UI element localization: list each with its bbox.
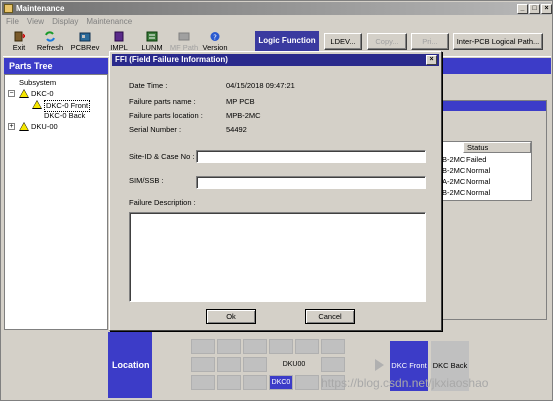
close-button[interactable]: ×	[541, 4, 552, 14]
version-icon: ?	[210, 32, 220, 42]
mf-path-icon	[178, 32, 190, 41]
dialog-title: FFI (Field Failure Information)	[115, 55, 228, 64]
location-slot[interactable]	[191, 375, 215, 390]
table-cell-status: Normal	[466, 166, 491, 175]
location-slot[interactable]	[217, 357, 241, 372]
tree-item-subsystem[interactable]: Subsystem	[19, 78, 56, 88]
location-label: Location	[108, 332, 152, 398]
table-cell-status: Normal	[466, 177, 491, 186]
status-panel: Status B-2MC Failed B-2MC Normal A-2MC N…	[439, 100, 547, 320]
location-slot[interactable]	[321, 339, 345, 354]
site-id-field[interactable]	[196, 150, 426, 163]
dialog-close-button[interactable]: ×	[426, 55, 437, 65]
ffi-dialog: FFI (Field Failure Information) × Date T…	[109, 51, 442, 331]
impl-icon	[114, 31, 124, 42]
cancel-button[interactable]: Cancel	[305, 309, 355, 324]
status-panel-header	[440, 101, 546, 111]
app-icon	[4, 4, 13, 13]
failure-parts-location-label: Failure parts location :	[129, 111, 203, 120]
pri-button[interactable]: Pri...	[411, 33, 449, 50]
pcbrev-button[interactable]: PCBRev	[69, 31, 101, 53]
location-slot[interactable]	[321, 357, 345, 372]
failure-description-field[interactable]	[129, 212, 426, 302]
tree-item-dkc0[interactable]: DKC-0	[31, 89, 54, 99]
location-slot[interactable]	[295, 339, 319, 354]
mf-path-button[interactable]: MF Path	[168, 31, 200, 53]
location-slot[interactable]	[295, 375, 319, 390]
sim-ssb-field[interactable]	[196, 176, 426, 189]
ldev-button[interactable]: LDEV...	[324, 33, 362, 50]
warning-icon	[32, 100, 42, 109]
serial-number-label: Serial Number :	[129, 125, 182, 134]
location-slot[interactable]	[191, 339, 215, 354]
refresh-button[interactable]: Refresh	[34, 31, 66, 53]
expander-dku00[interactable]: +	[8, 123, 15, 130]
lunm-icon	[146, 31, 158, 42]
main-window: Maintenance _ □ × File View Display Main…	[0, 0, 553, 401]
date-time-label: Date Time :	[129, 81, 168, 90]
menu-maintenance[interactable]: Maintenance	[86, 16, 132, 27]
tree-item-dku00[interactable]: DKU-00	[31, 122, 58, 132]
minimize-button[interactable]: _	[517, 4, 528, 14]
failure-parts-name-value: MP PCB	[226, 97, 255, 106]
table-cell-status: Normal	[466, 188, 491, 197]
impl-button[interactable]: IMPL	[103, 31, 135, 53]
expander-dkc0[interactable]: −	[8, 90, 15, 97]
exit-icon	[14, 31, 25, 42]
location-slot[interactable]	[269, 339, 293, 354]
table-cell-name: B-2MC	[442, 188, 466, 197]
exit-button[interactable]: Exit	[3, 31, 35, 53]
ok-button[interactable]: Ok	[206, 309, 256, 324]
refresh-icon	[45, 31, 55, 42]
dialog-title-bar: FFI (Field Failure Information) ×	[112, 54, 439, 66]
menu-bar: File View Display Maintenance	[3, 16, 132, 27]
location-slot[interactable]	[217, 339, 241, 354]
svg-text:?: ?	[213, 34, 217, 42]
pcb-icon	[79, 32, 91, 42]
menu-view[interactable]: View	[27, 16, 44, 27]
serial-number-value: 54492	[226, 125, 247, 134]
failure-parts-name-label: Failure parts name :	[129, 97, 196, 106]
location-slot[interactable]	[243, 375, 267, 390]
column-header-status[interactable]: Status	[463, 142, 531, 153]
watermark: https://blog.csdn.net/jkxiaoshao	[321, 376, 489, 390]
version-button[interactable]: ? Version	[199, 31, 231, 53]
location-dku00[interactable]: DKU00	[269, 357, 319, 372]
location-slot[interactable]	[243, 339, 267, 354]
location-slot[interactable]	[243, 357, 267, 372]
table-cell-status: Failed	[466, 155, 487, 164]
table-cell-name: B-2MC	[442, 166, 466, 175]
table-cell-name: A-2MC	[442, 177, 466, 186]
status-table: Status B-2MC Failed B-2MC Normal A-2MC N…	[440, 141, 532, 201]
tree-item-dkc0-back[interactable]: DKC-0 Back	[44, 111, 85, 121]
title-bar: Maintenance _ □ ×	[2, 2, 552, 15]
menu-display[interactable]: Display	[52, 16, 78, 27]
location-dkc0[interactable]: DKC0	[269, 375, 293, 390]
warning-icon	[19, 122, 29, 131]
parts-tree-header: Parts Tree	[4, 58, 108, 74]
site-id-label: Site-ID & Case No :	[129, 152, 195, 161]
location-slot[interactable]	[217, 375, 241, 390]
inter-pcb-logical-path-button[interactable]: Inter-PCB Logical Path...	[453, 33, 543, 50]
lunm-button[interactable]: LUNM	[136, 31, 168, 53]
menu-file[interactable]: File	[6, 16, 19, 27]
logic-function-label: Logic Function	[255, 31, 319, 51]
arrow-right-icon	[375, 359, 384, 371]
failure-parts-location-value: MPB-2MC	[226, 111, 261, 120]
window-title: Maintenance	[16, 4, 65, 13]
copy-button[interactable]: Copy...	[367, 33, 407, 50]
parts-tree: Subsystem − DKC-0 DKC-0 Front DKC-0 Back…	[4, 74, 108, 330]
maximize-button[interactable]: □	[529, 4, 540, 14]
table-cell-name: B-2MC	[442, 155, 466, 164]
sim-ssb-label: SIM/SSB :	[129, 176, 164, 185]
failure-description-label: Failure Description :	[129, 198, 196, 207]
warning-icon	[19, 89, 29, 98]
location-slot[interactable]	[191, 357, 215, 372]
date-time-value: 04/15/2018 09:47:21	[226, 81, 295, 90]
